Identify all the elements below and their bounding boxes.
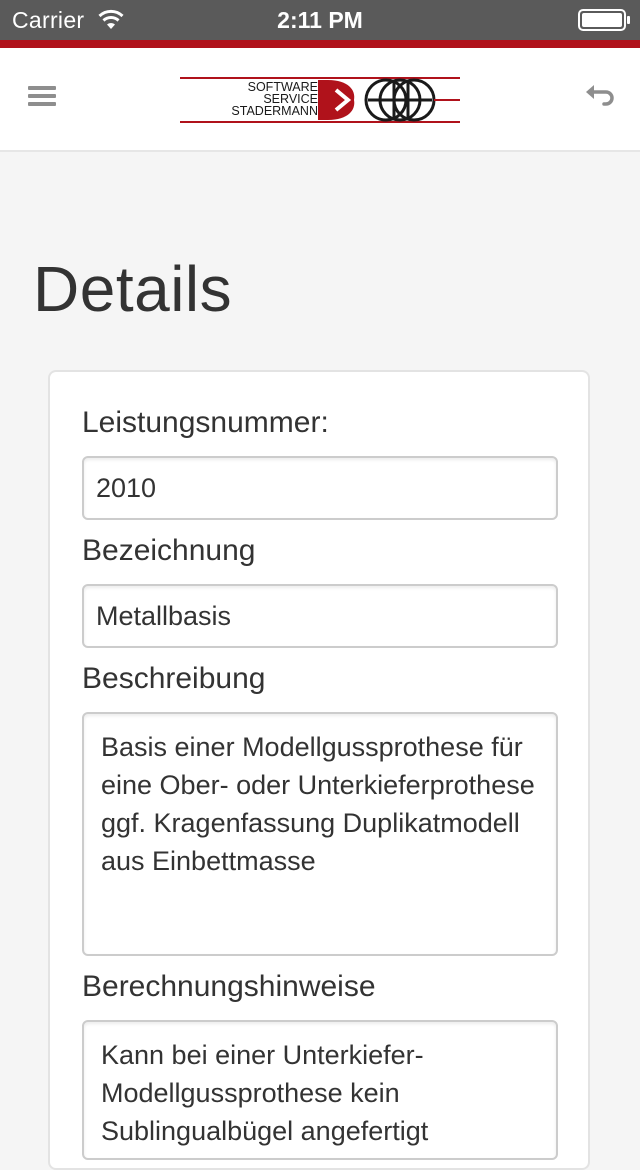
berechnungshinweise-label: Berechnungshinweise <box>82 970 376 1003</box>
leistungsnummer-label: Leistungsnummer: <box>82 406 329 439</box>
clock-time: 2:11 PM <box>277 7 363 33</box>
bezeichnung-input[interactable]: Metallbasis <box>82 584 558 648</box>
back-icon[interactable] <box>582 82 614 114</box>
accent-stripe <box>0 40 640 48</box>
menu-icon[interactable] <box>28 86 56 110</box>
battery-icon <box>578 9 630 31</box>
logo-text: SOFTWARE SERVICE STADERMANN <box>178 81 318 118</box>
beschreibung-textarea[interactable]: Basis einer Modellgussprothese für eine … <box>82 712 558 956</box>
page-title: Details <box>33 253 233 325</box>
logo-line-3: STADERMANN <box>231 104 318 118</box>
navigation-bar: SOFTWARE SERVICE STADERMANN <box>0 48 640 152</box>
beschreibung-label: Beschreibung <box>82 662 266 695</box>
company-logo: SOFTWARE SERVICE STADERMANN <box>178 76 462 124</box>
status-bar: Carrier 2:11 PM <box>0 0 640 40</box>
leistungsnummer-input[interactable]: 2010 <box>82 456 558 520</box>
bezeichnung-label: Bezeichnung <box>82 534 256 567</box>
berechnungshinweise-textarea[interactable]: Kann bei einer Unterkiefer-Modellgusspro… <box>82 1020 558 1160</box>
